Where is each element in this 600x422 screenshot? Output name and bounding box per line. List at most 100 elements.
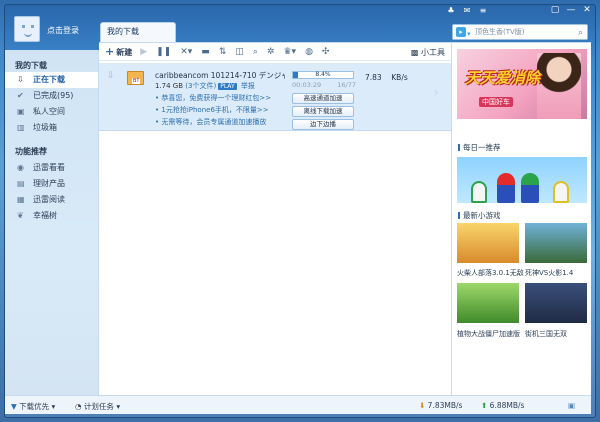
task-size: 1.74 GB (3个文件) PLAY 举报 (155, 81, 255, 91)
tree-icon: ❦ (17, 211, 24, 220)
sidebar-item-trash[interactable]: ▥ 垃圾箱 (5, 120, 98, 136)
new-task-label: 新建 (116, 48, 133, 57)
window-controls: ▢ — ✕ (550, 5, 592, 15)
minimize-icon[interactable]: — (566, 5, 576, 15)
sidebar-section-title: 我的下载 (15, 61, 47, 70)
download-list-panel: +新建 ▶ ❚❚ ✕▾ ▬ ⇅ ◫ ⌕ ✲ ♛▾ ◍ ✣ ▩ 小工具 ⇩ car… (99, 42, 451, 395)
report-link[interactable]: 举报 (241, 82, 255, 90)
promo-link[interactable]: • 无需等待，会员专属通道加速播放 (155, 117, 266, 127)
globe-icon[interactable]: ◍ (305, 47, 313, 57)
sidebar-item-label: 迅雷看看 (33, 163, 65, 172)
sidebar-item-label: 幸福树 (33, 211, 57, 220)
search-input[interactable]: ▸ ▾ 顶色生香(TV版) ⌕ (452, 24, 588, 40)
status-bar: ▼ 下载优先 ▾ ◔ 计划任务 ▾ ⬇ 7.83MB/s ⬆ 6.88MB/s … (5, 395, 591, 414)
sidebar-item-label: 私人空间 (33, 107, 65, 116)
promo-link[interactable]: • 恭喜您，免费获得一个理财红包>> (155, 93, 271, 103)
schedule-label: 计划任务 (83, 402, 114, 411)
game-title[interactable]: 死神VS火影1.4 (525, 268, 573, 278)
sidebar-item-kankan[interactable]: ◉ 迅雷看看 (5, 160, 98, 176)
upload-speed-value: 6.88MB/s (489, 401, 525, 410)
play-icon[interactable]: ▶ (140, 47, 147, 57)
sidebar-section-title: 功能推荐 (15, 147, 47, 156)
game-thumbnail[interactable] (525, 283, 587, 323)
task-times: 00:03:29 16/77 (292, 81, 356, 89)
sidebar-item-private[interactable]: ▣ 私人空间 (5, 104, 98, 120)
details-icon[interactable]: ◫ (235, 47, 244, 57)
settings-icon[interactable]: ✲ (267, 47, 275, 57)
schedule-button[interactable]: ◔ 计划任务 ▾ (75, 401, 120, 412)
plus-icon: + (105, 45, 115, 58)
chevron-down-icon[interactable]: ▾ (467, 27, 471, 41)
promo-link-text: 1元抢抢iPhone6手机，不限量>> (161, 106, 269, 114)
network-icon[interactable]: ✣ (322, 47, 330, 57)
avatar[interactable] (14, 16, 40, 42)
play-while-download-button[interactable]: 边下边播 (292, 119, 354, 130)
tools-button[interactable]: ▩ 小工具 (411, 47, 445, 58)
tools-label: 小工具 (421, 48, 445, 57)
book-icon: ▦ (17, 195, 25, 204)
play-button[interactable]: PLAY (218, 83, 237, 90)
kankan-icon: ◉ (17, 163, 24, 172)
mini-window-icon[interactable]: ▣ (568, 401, 575, 410)
piece-count: 16/77 (337, 81, 356, 89)
sidebar-item-completed[interactable]: ✔ 已完成(95) (5, 88, 98, 104)
priority-icon: ▼ (11, 402, 20, 411)
login-link[interactable]: 点击登录 (47, 25, 79, 36)
sort-icon[interactable]: ⇅ (219, 47, 227, 57)
tab-my-downloads[interactable]: 我的下载 (100, 22, 176, 42)
sidebar-item-label: 已完成(95) (33, 91, 74, 100)
menu-icon[interactable]: ≡ (478, 6, 488, 15)
luigi-figure (521, 173, 539, 203)
game-thumbnail[interactable] (457, 223, 519, 263)
toolbar: + 新建 ▶ ❚❚ ✕▾ ▬ ⇅ ◫ ⌕ ✲ ♛▾ ◍ ✣ ▩ 小工具 (99, 43, 451, 61)
sidebar: 我的下载 ⇩ 正在下载 ✔ 已完成(95) ▣ 私人空间 ▥ 垃圾箱 功能推荐 ◉ 迅雷看… (5, 50, 99, 395)
close-icon[interactable]: ✕ (582, 5, 592, 15)
trash-icon: ▥ (17, 123, 25, 132)
toad-figure (471, 181, 487, 203)
game-title[interactable]: 植物大战僵尸加速版 (457, 329, 520, 339)
message-icon[interactable]: ✉ (462, 6, 472, 15)
folder-icon[interactable]: ▬ (201, 47, 210, 57)
toad-figure (553, 181, 569, 203)
elapsed-time: 00:03:29 (292, 81, 322, 89)
search-source-icon[interactable]: ▸ (456, 27, 466, 37)
game-thumbnail[interactable] (457, 283, 519, 323)
progress-bar: 8.4% (292, 71, 354, 79)
offline-download-button[interactable]: 离线下载加速 (292, 106, 354, 117)
game-thumbnail[interactable] (525, 223, 587, 263)
download-arrow-icon: ⇩ (107, 71, 115, 81)
search-icon[interactable]: ⌕ (578, 26, 583, 40)
task-row[interactable]: ⇩ caribbeancom 101214-710 デンジャラ 1.74 GB … (99, 63, 451, 131)
new-games-title: 最新小游戏 (458, 210, 501, 221)
new-task-button[interactable]: + 新建 (105, 45, 132, 58)
high-speed-button[interactable]: 高速通道加速 (292, 93, 354, 104)
sidebar-item-tree[interactable]: ❦ 幸福树 (5, 208, 98, 224)
ad-banner[interactable]: 天天爱消除 中国好车 (457, 49, 587, 119)
vip-icon[interactable]: ♛▾ (283, 47, 296, 57)
sidebar-item-reading[interactable]: ▦ 迅雷阅读 (5, 192, 98, 208)
task-size-value: 1.74 GB (155, 82, 184, 90)
recommend-panel: 天天爱消除 中国好车 每日一推荐 最新小游戏 火柴人部落3.0.1无敌 死神VS… (451, 42, 591, 395)
find-icon[interactable]: ⌕ (253, 47, 258, 57)
promo-link[interactable]: • 1元抢抢iPhone6手机，不限量>> (155, 105, 269, 115)
sidebar-item-downloading[interactable]: ⇩ 正在下载 (5, 72, 98, 88)
sidebar-item-label: 迅雷阅读 (33, 195, 65, 204)
download-icon: ⇩ (17, 75, 24, 84)
download-speed: ⬇ 7.83MB/s (419, 401, 462, 410)
sidebar-item-label: 正在下载 (33, 75, 65, 84)
sidebar-item-label: 理财产品 (33, 179, 65, 188)
game-title[interactable]: 火柴人部落3.0.1无敌 (457, 268, 524, 278)
priority-button[interactable]: ▼ 下载优先 ▾ (11, 401, 55, 412)
down-arrow-icon: ⬇ (419, 401, 428, 410)
game-title[interactable]: 街机三国无双 (525, 329, 567, 339)
priority-label: 下载优先 (19, 402, 50, 411)
delete-icon[interactable]: ✕▾ (180, 47, 192, 57)
task-file-count[interactable]: (3个文件) (185, 82, 216, 90)
promo-link-text: 无需等待，会员专属通道加速播放 (161, 118, 267, 126)
skin-icon[interactable]: ♣ (446, 6, 456, 15)
restore-icon[interactable]: ▢ (550, 5, 560, 15)
pause-icon[interactable]: ❚❚ (156, 47, 171, 57)
sidebar-item-finance[interactable]: ▤ 理财产品 (5, 176, 98, 192)
daily-recommend-image[interactable] (457, 157, 587, 203)
chevron-right-icon[interactable]: › (433, 85, 439, 101)
